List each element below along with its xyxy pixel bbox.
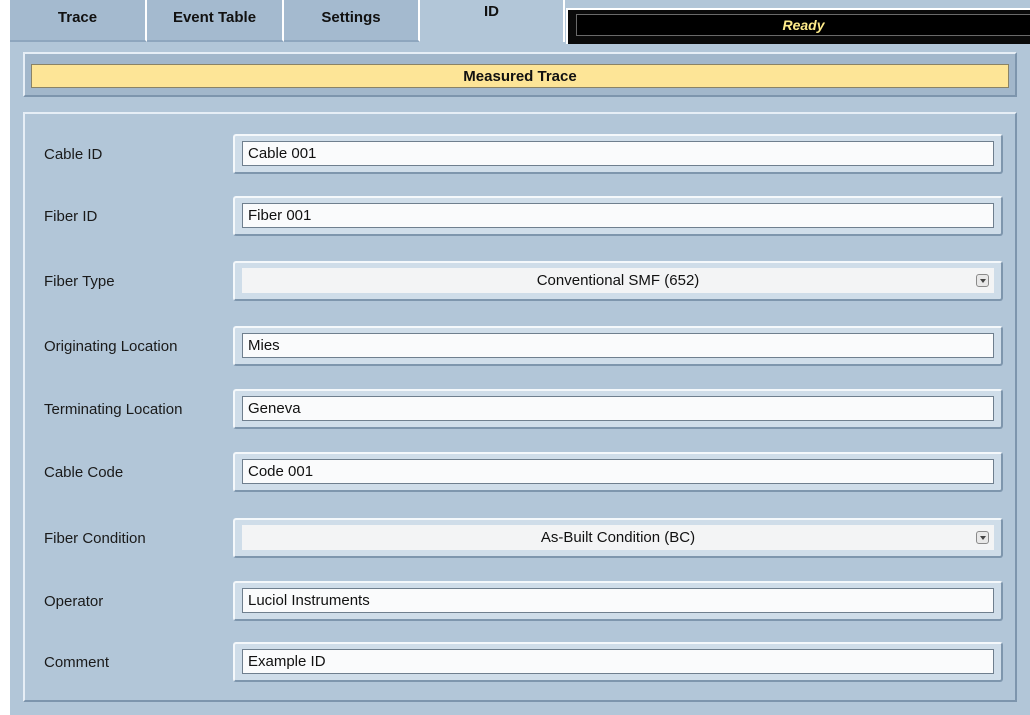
app-window: Trace Event Table Settings ID Ready Meas… bbox=[10, 0, 1030, 715]
row-comment: Comment bbox=[25, 640, 1015, 684]
comment-input[interactable] bbox=[242, 649, 994, 674]
cable-id-input[interactable] bbox=[242, 141, 994, 166]
operator-label: Operator bbox=[44, 592, 104, 610]
cable-id-frame bbox=[233, 134, 1003, 174]
tab-trace[interactable]: Trace bbox=[10, 0, 147, 42]
tab-event-table[interactable]: Event Table bbox=[147, 0, 284, 42]
header-band: Measured Trace bbox=[23, 52, 1017, 97]
status-text: Ready bbox=[576, 14, 1030, 36]
tab-id[interactable]: ID bbox=[420, 0, 565, 42]
row-operator: Operator bbox=[25, 579, 1015, 623]
cable-code-label: Cable Code bbox=[44, 463, 124, 481]
operator-input[interactable] bbox=[242, 588, 994, 613]
fiber-condition-frame: As-Built Condition (BC) bbox=[233, 518, 1003, 558]
fiber-id-input[interactable] bbox=[242, 203, 994, 228]
terminating-location-frame bbox=[233, 389, 1003, 429]
terminating-location-input[interactable] bbox=[242, 396, 994, 421]
chevron-down-icon[interactable] bbox=[976, 531, 989, 544]
row-fiber-type: Fiber Type Conventional SMF (652) bbox=[25, 259, 1015, 303]
id-form: Cable ID Fiber ID Fiber Type Conventiona… bbox=[23, 112, 1017, 702]
row-terminating-location: Terminating Location bbox=[25, 387, 1015, 431]
terminating-location-label: Terminating Location bbox=[44, 400, 183, 418]
fiber-id-label: Fiber ID bbox=[44, 207, 98, 225]
comment-frame bbox=[233, 642, 1003, 682]
fiber-condition-value: As-Built Condition (BC) bbox=[540, 529, 696, 546]
row-fiber-id: Fiber ID bbox=[25, 194, 1015, 238]
fiber-type-label: Fiber Type bbox=[44, 272, 115, 290]
row-fiber-condition: Fiber Condition As-Built Condition (BC) bbox=[25, 516, 1015, 560]
tab-settings[interactable]: Settings bbox=[284, 0, 420, 42]
originating-location-frame bbox=[233, 326, 1003, 366]
cable-code-frame bbox=[233, 452, 1003, 492]
fiber-condition-label: Fiber Condition bbox=[44, 529, 146, 547]
row-cable-code: Cable Code bbox=[25, 450, 1015, 494]
originating-location-input[interactable] bbox=[242, 333, 994, 358]
operator-frame bbox=[233, 581, 1003, 621]
fiber-type-select[interactable]: Conventional SMF (652) bbox=[242, 268, 994, 293]
originating-location-label: Originating Location bbox=[44, 337, 178, 355]
fiber-condition-select[interactable]: As-Built Condition (BC) bbox=[242, 525, 994, 550]
cable-id-label: Cable ID bbox=[44, 145, 103, 163]
status-panel: Ready bbox=[566, 8, 1030, 44]
row-originating-location: Originating Location bbox=[25, 324, 1015, 368]
chevron-down-icon[interactable] bbox=[976, 274, 989, 287]
fiber-id-frame bbox=[233, 196, 1003, 236]
page-title: Measured Trace bbox=[31, 64, 1009, 88]
fiber-type-frame: Conventional SMF (652) bbox=[233, 261, 1003, 301]
fiber-type-value: Conventional SMF (652) bbox=[536, 272, 700, 289]
comment-label: Comment bbox=[44, 653, 110, 671]
row-cable-id: Cable ID bbox=[25, 132, 1015, 176]
cable-code-input[interactable] bbox=[242, 459, 994, 484]
